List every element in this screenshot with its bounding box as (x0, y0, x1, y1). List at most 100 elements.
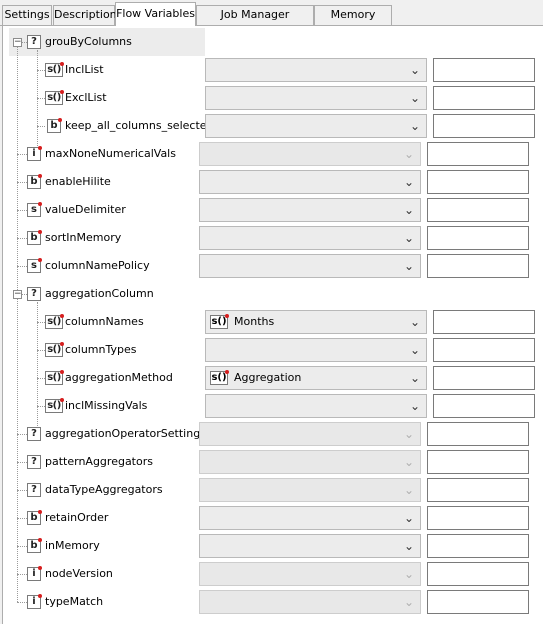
flag-dot-icon (38, 566, 42, 570)
chevron-down-icon: ⌄ (403, 511, 414, 525)
type-match-output-field[interactable] (427, 590, 529, 614)
chevron-down-icon: ⌄ (403, 539, 414, 553)
column-names-selected-value: Months (234, 315, 275, 328)
column-name-policy-output-field[interactable] (427, 254, 529, 278)
value-delimiter-output-field[interactable] (427, 198, 529, 222)
column-types-output-field[interactable] (433, 338, 535, 362)
enable-hilite-output-field[interactable] (427, 170, 529, 194)
flag-dot-icon (60, 314, 64, 318)
pattern-aggregators-variable-select[interactable]: ⌄ (199, 450, 421, 474)
column-names-output-field[interactable] (433, 310, 535, 334)
enable-hilite-variable-select[interactable]: ⌄ (199, 170, 421, 194)
integer-flag-icon: i (27, 594, 42, 609)
incl-missing-vals-variable-select[interactable]: ⌄ (205, 394, 427, 418)
retain-order-output-field[interactable] (427, 506, 529, 530)
tree-connector (17, 238, 27, 239)
flag-dot-icon (38, 258, 42, 262)
tab-description[interactable]: Description (53, 5, 117, 25)
chevron-down-icon: ⌄ (403, 203, 414, 217)
string-array-flag-icon: s() (210, 370, 229, 385)
aggregation-method-label: aggregationMethod (65, 371, 173, 384)
group-by-columns-expander[interactable]: − (13, 38, 22, 47)
incl-list-label: InclList (65, 63, 104, 76)
string-array-flag-icon: s() (45, 370, 64, 385)
tab-bar: Settings Description Flow Variables Job … (0, 0, 543, 39)
column-names-variable-select[interactable]: s() Months ⌄ (205, 310, 427, 334)
data-type-aggregators-variable-select[interactable]: ⌄ (199, 478, 421, 502)
type-match-variable-select[interactable]: ⌄ (199, 590, 421, 614)
chevron-down-icon: ⌄ (403, 259, 414, 273)
integer-flag-icon: i (27, 566, 42, 581)
tree-connector (17, 518, 27, 519)
chevron-down-icon: ⌄ (403, 427, 414, 441)
flow-variable-unknown-icon: ? (27, 427, 41, 441)
sort-in-memory-label: sortInMemory (45, 231, 122, 244)
data-type-aggregators-output-field[interactable] (427, 478, 529, 502)
tree-connector (17, 602, 27, 603)
chevron-down-icon: ⌄ (403, 567, 414, 581)
tab-memory-policy[interactable]: Memory Policy (314, 5, 392, 39)
boolean-flag-icon: b (47, 118, 62, 133)
string-array-flag-icon: s() (45, 90, 64, 105)
max-none-numerical-vals-output-field[interactable] (427, 142, 529, 166)
flag-dot-icon (38, 510, 42, 514)
sort-in-memory-variable-select[interactable]: ⌄ (199, 226, 421, 250)
tree-connector (37, 350, 45, 351)
chevron-down-icon: ⌄ (403, 231, 414, 245)
string-array-flag-icon: s() (45, 342, 64, 357)
incl-list-output-field[interactable] (433, 58, 535, 82)
in-memory-output-field[interactable] (427, 534, 529, 558)
flow-variable-unknown-icon: ? (27, 483, 41, 497)
string-array-flag-icon: s() (45, 314, 64, 329)
boolean-flag-icon: b (27, 230, 42, 245)
flag-dot-icon (60, 398, 64, 402)
enable-hilite-label: enableHilite (45, 175, 111, 188)
aggregation-operator-settings-variable-select[interactable]: ⌄ (199, 422, 421, 446)
in-memory-variable-select[interactable]: ⌄ (199, 534, 421, 558)
chevron-down-icon: ⌄ (409, 343, 420, 357)
chevron-down-icon: ⌄ (409, 371, 420, 385)
column-name-policy-variable-select[interactable]: ⌄ (199, 254, 421, 278)
tree-connector (37, 126, 45, 127)
pattern-aggregators-label: patternAggregators (45, 455, 153, 468)
incl-missing-vals-output-field[interactable] (433, 394, 535, 418)
flag-dot-icon (38, 230, 42, 234)
flow-variable-unknown-icon: ? (27, 455, 41, 469)
aggregation-operator-settings-output-field[interactable] (427, 422, 529, 446)
chevron-down-icon: ⌄ (403, 595, 414, 609)
tree-connector (17, 182, 27, 183)
tree-connector (17, 266, 27, 267)
string-flag-icon: s (27, 258, 42, 273)
string-array-flag-icon: s() (210, 314, 229, 329)
retain-order-label: retainOrder (45, 511, 109, 524)
node-version-output-field[interactable] (427, 562, 529, 586)
sort-in-memory-output-field[interactable] (427, 226, 529, 250)
retain-order-variable-select[interactable]: ⌄ (199, 506, 421, 530)
tree-connector (37, 70, 45, 71)
tab-flow-variables[interactable]: Flow Variables (115, 2, 196, 26)
tree-guide (37, 302, 38, 426)
excl-list-variable-select[interactable]: ⌄ (205, 86, 427, 110)
tab-settings[interactable]: Settings (2, 5, 52, 25)
aggregation-method-output-field[interactable] (433, 366, 535, 390)
pattern-aggregators-output-field[interactable] (427, 450, 529, 474)
chevron-down-icon: ⌄ (403, 175, 414, 189)
flag-dot-icon (38, 594, 42, 598)
tab-job-manager-selection[interactable]: Job Manager Selection (196, 5, 314, 39)
boolean-flag-icon: b (27, 538, 42, 553)
tree-connector (37, 378, 45, 379)
node-version-variable-select[interactable]: ⌄ (199, 562, 421, 586)
excl-list-output-field[interactable] (433, 86, 535, 110)
column-types-variable-select[interactable]: ⌄ (205, 338, 427, 362)
keep-all-columns-selected-variable-select[interactable]: ⌄ (205, 114, 427, 138)
aggregation-method-variable-select[interactable]: s() Aggregation ⌄ (205, 366, 427, 390)
aggregation-column-expander[interactable]: − (13, 290, 22, 299)
keep-all-columns-selected-output-field[interactable] (433, 114, 535, 138)
chevron-down-icon: ⌄ (409, 119, 420, 133)
incl-list-variable-select[interactable]: ⌄ (205, 58, 427, 82)
max-none-numerical-vals-variable-select[interactable]: ⌄ (199, 142, 421, 166)
value-delimiter-variable-select[interactable]: ⌄ (199, 198, 421, 222)
tree-connector (17, 546, 27, 547)
chevron-down-icon: ⌄ (409, 399, 420, 413)
excl-list-label: ExclList (65, 91, 107, 104)
